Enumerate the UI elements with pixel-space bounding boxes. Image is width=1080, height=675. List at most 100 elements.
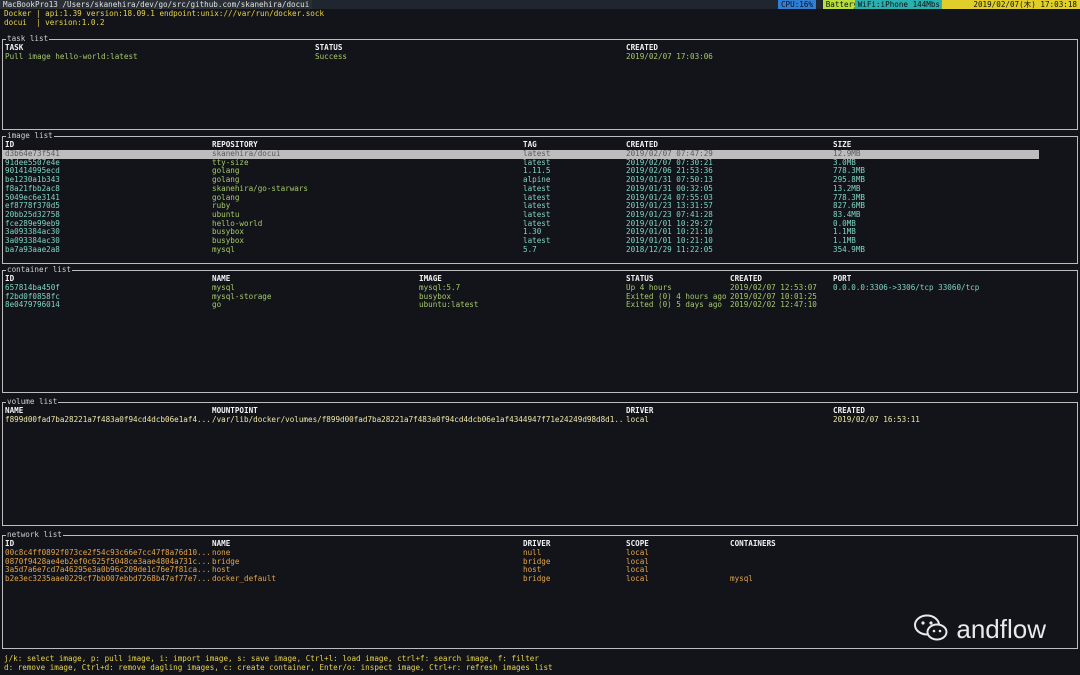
image-repository: busybox bbox=[212, 237, 245, 245]
volume-name: f899d00fad7ba28221a7f483a0f94cd4dcb06e1a… bbox=[5, 416, 210, 424]
column-header: TASK bbox=[5, 44, 24, 52]
column-header: CREATED bbox=[730, 275, 763, 283]
panel-title: volume list bbox=[6, 397, 59, 407]
image-created: 2019/01/23 07:41:28 bbox=[626, 210, 713, 219]
docui-info: docui | version:1.0.2 bbox=[4, 18, 105, 27]
image-repository: mysql bbox=[212, 245, 235, 254]
network-name: bridge bbox=[212, 557, 240, 566]
column-header: CREATED bbox=[833, 407, 866, 415]
clock: 2019/02/07(木) 17:03:18 bbox=[942, 0, 1080, 9]
table-row[interactable]: 8e0479796014 go ubuntu:latest Exited (0) 5 … bbox=[3, 301, 1077, 310]
image-created: 2019/01/24 07:55:03 bbox=[626, 193, 713, 202]
image-repository: skanehira/docui bbox=[212, 150, 281, 158]
table-row[interactable]: d3b64e73f541 skanehira/docui latest 2019/02… bbox=[3, 150, 1039, 159]
table-row[interactable]: 0870f9428ae4eb2ef0c625f5048ce3aae4804a73… bbox=[3, 558, 1077, 567]
column-header: TAG bbox=[523, 141, 537, 149]
table-row[interactable]: f899d00fad7ba28221a7f483a0f94cd4dcb06e1a… bbox=[3, 416, 1077, 425]
table-row[interactable]: 3a093384ac30 busybox 1.30 2019/01/01 10:21:… bbox=[3, 228, 1077, 237]
container-name: go bbox=[212, 301, 222, 310]
image-size: 3.0MB bbox=[833, 158, 856, 167]
image-size: 13.2MB bbox=[833, 184, 861, 193]
table-row[interactable]: 657814ba450f mysql mysql:5.7 Up 4 hours 2019… bbox=[3, 284, 1077, 293]
image-size: 12.9MB bbox=[833, 150, 861, 158]
chat-bubbles-icon bbox=[914, 614, 948, 645]
image-created: 2019/02/07 07:47:29 bbox=[626, 150, 713, 158]
task-list-panel[interactable]: task list TASK STATUS CREATED Pull image… bbox=[2, 34, 1078, 130]
image-size: 827.6MB bbox=[833, 202, 866, 211]
panel-title: network list bbox=[6, 530, 63, 540]
image-tag: alpine bbox=[523, 176, 551, 185]
image-tag: 1.30 bbox=[523, 228, 542, 237]
container-list-panel[interactable]: container list ID NAME IMAGE STATUS CREA… bbox=[2, 265, 1078, 393]
container-id: f2bd0f0858fc bbox=[5, 292, 60, 301]
image-created: 2019/01/31 00:32:05 bbox=[626, 184, 713, 193]
task-created: 2019/02/07 17:03:06 bbox=[626, 53, 713, 61]
container-status: Up 4 hours bbox=[626, 284, 672, 292]
table-row[interactable]: be1230a1b343 golang alpine 2019/01/31 07:50… bbox=[3, 176, 1077, 185]
container-image: ubuntu:latest bbox=[419, 301, 479, 310]
column-header: PORT bbox=[833, 275, 852, 283]
column-header: MOUNTPOINT bbox=[212, 407, 258, 415]
column-header: NAME bbox=[5, 407, 24, 415]
table-row[interactable]: fce289e99eb9 hello-world latest 2019/01/01 … bbox=[3, 220, 1077, 229]
image-repository: golang bbox=[212, 176, 240, 185]
container-created: 2019/02/07 12:53:07 bbox=[730, 284, 817, 292]
volume-driver: local bbox=[626, 416, 649, 424]
container-name: mysql bbox=[212, 284, 235, 292]
container-id: 8e0479796014 bbox=[5, 301, 60, 310]
column-header: SCOPE bbox=[626, 540, 649, 548]
image-repository: skanehira/go-starwars bbox=[212, 184, 309, 193]
image-created: 2018/12/29 11:22:05 bbox=[626, 245, 713, 254]
network-id: 3a5d7a6e7cd7a46295e3a0b96c209de1c76e7f81… bbox=[5, 566, 210, 575]
image-size: 1.1MB bbox=[833, 228, 856, 237]
table-row[interactable]: 5049ec6e3141 golang latest 2019/01/24 07:55… bbox=[3, 194, 1077, 203]
image-created: 2019/01/01 10:29:27 bbox=[626, 219, 713, 228]
image-size: 0.0MB bbox=[833, 219, 856, 228]
image-id: d3b64e73f541 bbox=[5, 150, 60, 158]
image-list-panel[interactable]: image list ID REPOSITORY TAG CREATED SIZ… bbox=[2, 131, 1078, 264]
column-header: REPOSITORY bbox=[212, 141, 258, 149]
table-row[interactable]: 3a5d7a6e7cd7a46295e3a0b96c209de1c76e7f81… bbox=[3, 566, 1077, 575]
table-row[interactable]: ef8778f370d5 ruby latest 2019/01/23 13:31:5… bbox=[3, 202, 1077, 211]
panel-title: task list bbox=[6, 34, 50, 44]
container-id: 657814ba450f bbox=[5, 284, 60, 292]
wifi-indicator: WiFi:iPhone 144Mbs bbox=[854, 0, 943, 9]
table-row[interactable]: 901414995ecd golang 1.11.5 2019/02/06 21:53… bbox=[3, 167, 1077, 176]
table-row[interactable]: f8a21fbb2ac8 skanehira/go-starwars latest 2… bbox=[3, 185, 1077, 194]
table-row[interactable]: f2bd0f0858fc mysql-storage busybox Exited (… bbox=[3, 293, 1077, 302]
column-header: ID bbox=[5, 275, 15, 283]
table-row[interactable]: 3a093384ac30 busybox latest 2019/01/01 10:2… bbox=[3, 237, 1077, 246]
container-image: mysql:5.7 bbox=[419, 284, 461, 292]
network-name: host bbox=[212, 566, 231, 575]
image-tag: latest bbox=[523, 193, 551, 202]
network-scope: local bbox=[626, 575, 649, 584]
column-header: STATUS bbox=[315, 44, 343, 52]
column-header: ID bbox=[5, 540, 15, 548]
network-id: 00c8c4ff0892f073ce2f54c93c66e7cc47f8a76d… bbox=[5, 549, 210, 557]
image-tag: latest bbox=[523, 202, 551, 211]
volume-list-panel[interactable]: volume list NAME MOUNTPOINT DRIVER CREAT… bbox=[2, 397, 1078, 526]
image-size: 778.3MB bbox=[833, 167, 866, 176]
watermark: andflow bbox=[914, 609, 1046, 649]
table-row[interactable]: 20bb25d32758 ubuntu latest 2019/01/23 07:41… bbox=[3, 211, 1077, 220]
network-name: docker_default bbox=[212, 575, 277, 584]
network-driver: host bbox=[523, 566, 542, 575]
table-row[interactable]: 91dee5507e4e tty-size latest 2019/02/07 07:… bbox=[3, 159, 1077, 168]
table-row[interactable]: b2e3ec3235aae0229cf7bb007ebbd7268b47af77… bbox=[3, 575, 1077, 584]
table-row[interactable]: ba7a93aae2a8 mysql 5.7 2018/12/29 11:22:05 3… bbox=[3, 246, 1077, 255]
image-id: 91dee5507e4e bbox=[5, 158, 60, 167]
table-header: ID NAME DRIVER SCOPE CONTAINERS bbox=[3, 540, 1077, 549]
image-tag: 1.11.5 bbox=[523, 167, 551, 176]
network-driver: bridge bbox=[523, 575, 551, 584]
image-id: ba7a93aae2a8 bbox=[5, 245, 60, 254]
image-tag: latest bbox=[523, 158, 551, 167]
container-name: mysql-storage bbox=[212, 292, 272, 301]
image-repository: golang bbox=[212, 167, 240, 176]
network-scope: local bbox=[626, 549, 649, 557]
image-repository: hello-world bbox=[212, 219, 263, 228]
table-row[interactable]: 00c8c4ff0892f073ce2f54c93c66e7cc47f8a76d… bbox=[3, 549, 1077, 558]
column-header: ID bbox=[5, 141, 15, 149]
column-header: DRIVER bbox=[626, 407, 654, 415]
table-row[interactable]: Pull image hello-world:latest Success 20… bbox=[3, 53, 1077, 62]
task-name: Pull image hello-world:latest bbox=[5, 53, 138, 61]
